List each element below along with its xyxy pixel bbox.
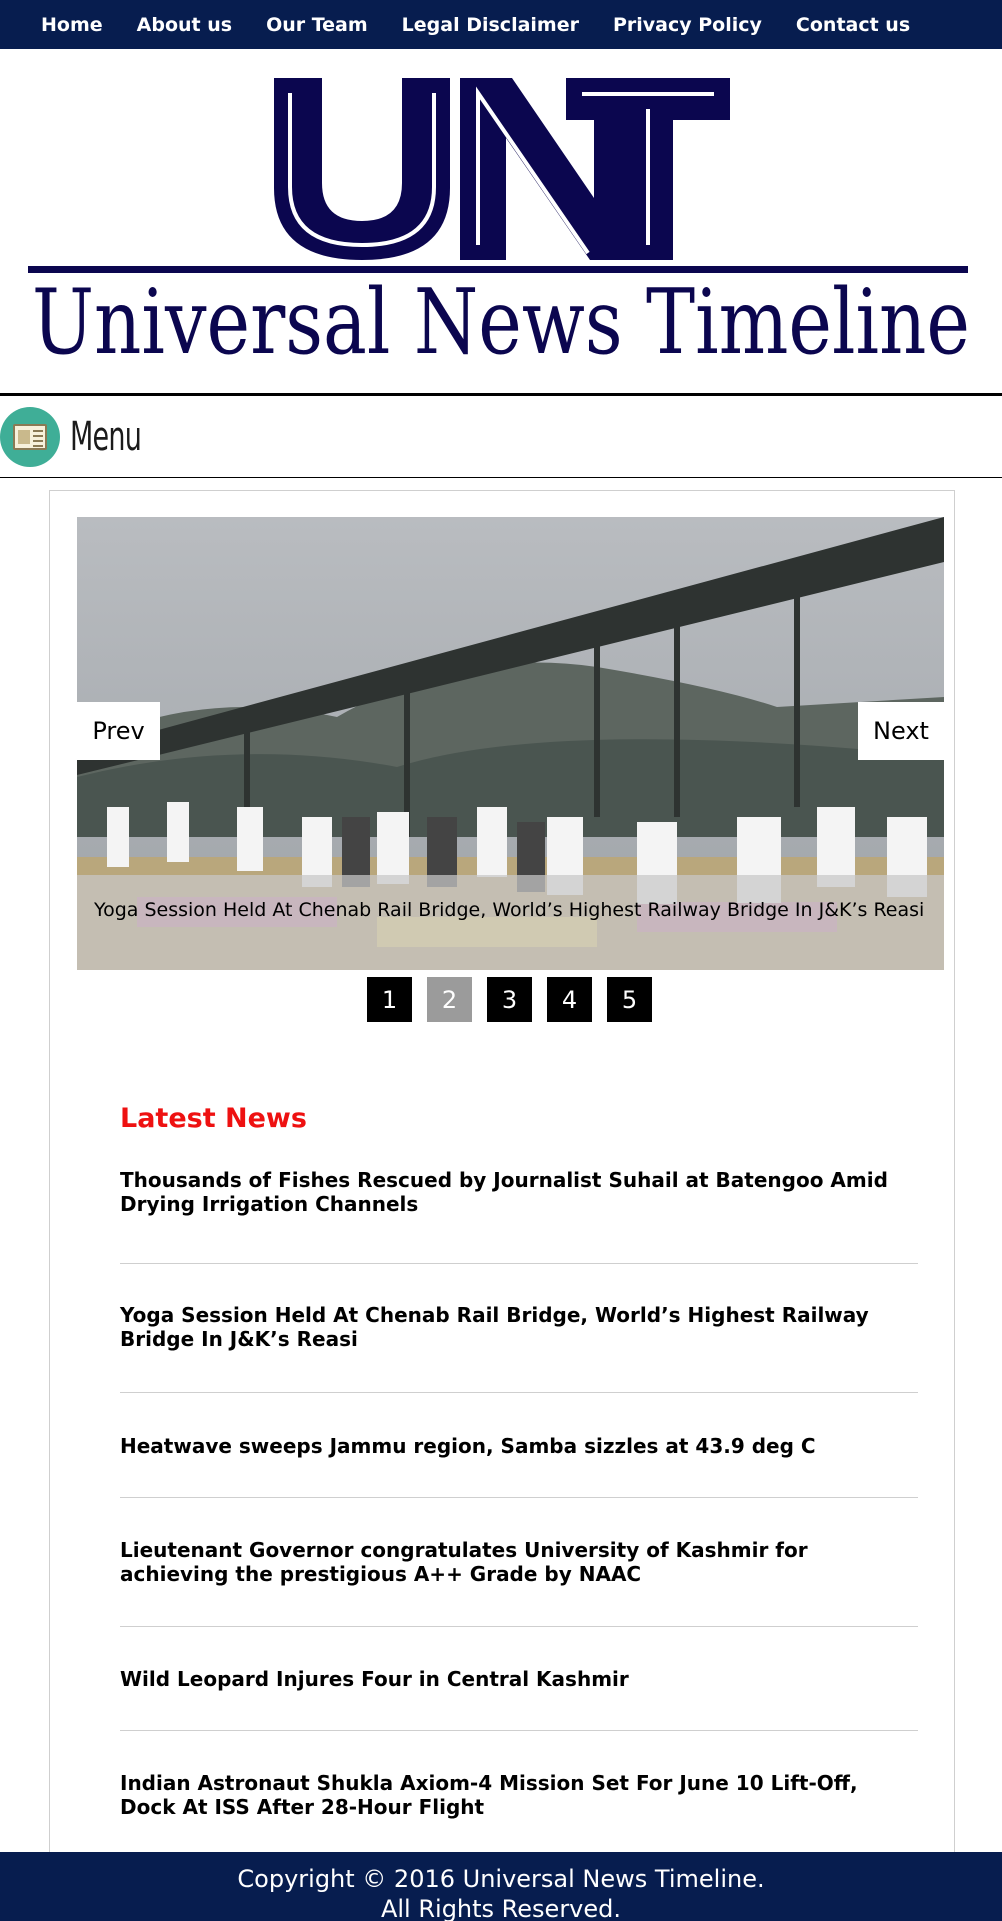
news-item: Heatwave sweeps Jammu region, Samba sizz… [120,1393,918,1498]
news-item: Thousands of Fishes Rescued by Journalis… [120,1168,918,1264]
slider-page-button[interactable]: 4 [547,977,592,1022]
news-item: Indian Astronaut Shukla Axiom-4 Mission … [120,1731,918,1831]
news-item: Yoga Session Held At Chenab Rail Bridge,… [120,1264,918,1393]
latest-news-heading: Latest News [120,1103,307,1134]
nav-team-link[interactable]: Our Team [259,14,375,36]
menu-button[interactable]: Menu [70,414,142,460]
logo-tagline: Universal News Timeline [32,270,970,375]
news-item: Wild Leopard Injures Four in Central Kas… [120,1627,918,1731]
featured-slider: Prev Next Yoga Session Held At Chenab Ra… [77,517,944,970]
slider-page-button[interactable]: 5 [607,977,652,1022]
slider-next-button[interactable]: Next [858,702,944,760]
news-link[interactable]: Lieutenant Governor congratulates Univer… [120,1538,918,1586]
nav-legal-link[interactable]: Legal Disclaimer [395,14,586,36]
site-logo[interactable]: Universal News Timeline [0,49,1002,393]
site-footer: Copyright © 2016 Universal News Timeline… [0,1852,1002,1921]
news-link[interactable]: Wild Leopard Injures Four in Central Kas… [120,1667,918,1691]
nav-home-link[interactable]: Home [34,14,110,36]
menu-bar: Menu [0,396,1002,478]
slider-page-button[interactable]: 1 [367,977,412,1022]
slider-page-button-active[interactable]: 2 [427,977,472,1022]
top-navigation: Home About us Our Team Legal Disclaimer … [0,0,1002,49]
nav-privacy-link[interactable]: Privacy Policy [606,14,769,36]
slider-pagination: 1 2 3 4 5 [367,977,667,1022]
nav-contact-link[interactable]: Contact us [789,14,917,36]
slider-page-button[interactable]: 3 [487,977,532,1022]
latest-news-list: Thousands of Fishes Rescued by Journalis… [120,1168,918,1831]
news-link[interactable]: Indian Astronaut Shukla Axiom-4 Mission … [120,1771,918,1819]
slider-prev-button[interactable]: Prev [77,702,160,760]
footer-copyright: Copyright © 2016 Universal News Timeline… [237,1865,765,1893]
footer-rights: All Rights Reserved. [380,1895,622,1921]
slide-caption[interactable]: Yoga Session Held At Chenab Rail Bridge,… [77,875,944,970]
news-link[interactable]: Heatwave sweeps Jammu region, Samba sizz… [120,1434,918,1458]
news-item: Lieutenant Governor congratulates Univer… [120,1498,918,1627]
newspaper-icon[interactable] [0,406,60,467]
nav-about-link[interactable]: About us [130,14,239,36]
news-link[interactable]: Thousands of Fishes Rescued by Journalis… [120,1168,918,1216]
news-link[interactable]: Yoga Session Held At Chenab Rail Bridge,… [120,1303,918,1351]
